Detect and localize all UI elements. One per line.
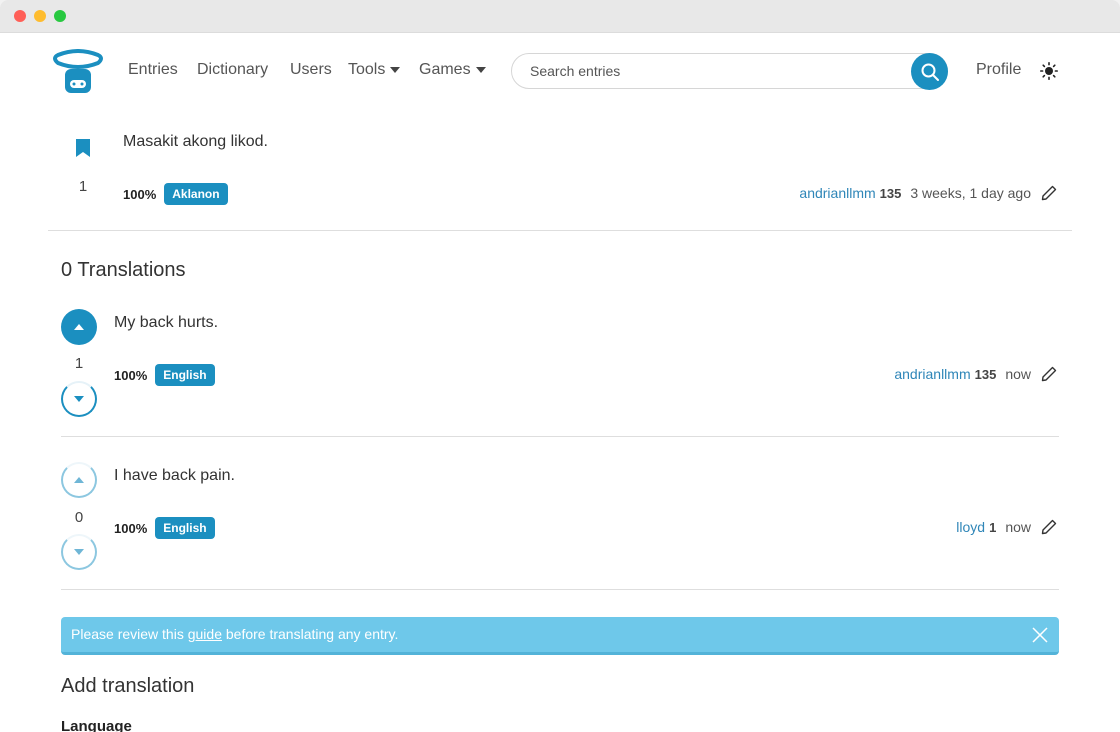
navbar: Entries Dictionary Users Tools Games Pro… [0, 33, 1120, 111]
entry-percent: 100% [123, 186, 157, 202]
nav-entries[interactable]: Entries [128, 61, 178, 79]
downvote-button[interactable] [61, 381, 97, 417]
vote-count: 0 [74, 509, 84, 526]
translation-percent: 100% [114, 520, 148, 536]
minimize-window-button[interactable] [34, 10, 46, 22]
chevron-down-icon [475, 67, 486, 73]
translation-timestamp: now [1005, 366, 1031, 382]
alert-text-after: before translating any entry. [221, 626, 399, 642]
guide-link[interactable]: guide [188, 626, 222, 642]
author-link[interactable]: lloyd [956, 519, 985, 535]
nav-users[interactable]: Users [290, 61, 332, 79]
translation-percent: 100% [114, 367, 148, 383]
caret-up-icon [74, 477, 84, 483]
translation-text: My back hurts. [114, 314, 219, 331]
entry-text: Masakit akong likod. [123, 133, 268, 150]
search-icon [921, 63, 939, 81]
search-form [511, 53, 948, 90]
nav-tools-label: Tools [348, 61, 386, 78]
window-titlebar [0, 0, 1120, 33]
upvote-button[interactable] [61, 462, 97, 498]
downvote-button[interactable] [61, 534, 97, 570]
author-score: 1 [989, 519, 997, 535]
author-score: 135 [879, 185, 902, 201]
divider [61, 589, 1059, 590]
language-badge[interactable]: English [155, 364, 215, 386]
search-button[interactable] [911, 53, 948, 90]
author-link[interactable]: andrianllmm [799, 185, 875, 201]
entry-meta: 100% Aklanon [123, 183, 228, 205]
add-translation-heading: Add translation [61, 675, 195, 697]
vote-count: 1 [74, 355, 84, 372]
bookmark-icon[interactable] [76, 139, 90, 157]
pencil-icon[interactable] [1040, 518, 1058, 536]
translation-timestamp: now [1005, 519, 1031, 535]
translation-meta: 100% English [114, 364, 215, 386]
search-input[interactable] [530, 63, 900, 79]
caret-up-icon [74, 324, 84, 330]
nav-games-dropdown[interactable]: Games [419, 61, 486, 79]
nav-profile[interactable]: Profile [976, 61, 1021, 79]
info-alert: Please review this guide before translat… [61, 617, 1059, 655]
browser-window: Entries Dictionary Users Tools Games Pro… [0, 0, 1120, 732]
language-label: Language [61, 718, 132, 732]
nav-tools-dropdown[interactable]: Tools [348, 61, 401, 79]
author-link[interactable]: andrianllmm [894, 366, 970, 382]
translations-heading: 0 Translations [61, 259, 186, 281]
chevron-down-icon [390, 67, 401, 73]
logo-icon[interactable] [52, 49, 104, 95]
upvote-button[interactable] [61, 309, 97, 345]
author-score: 135 [974, 366, 997, 382]
sun-icon[interactable] [1040, 62, 1058, 80]
entry-author-row: andrianllmm 135 3 weeks, 1 day ago [799, 184, 1058, 202]
pencil-icon[interactable] [1040, 184, 1058, 202]
divider [48, 230, 1072, 231]
pencil-icon[interactable] [1040, 365, 1058, 383]
translation-text: I have back pain. [114, 467, 235, 484]
alert-text-before: Please review this [71, 626, 188, 642]
translation-meta: 100% English [114, 517, 215, 539]
nav-games-label: Games [419, 61, 471, 78]
close-window-button[interactable] [14, 10, 26, 22]
translation-author-row: lloyd 1 now [956, 518, 1058, 536]
entry-timestamp: 3 weeks, 1 day ago [910, 185, 1031, 201]
caret-down-icon [74, 549, 84, 555]
divider [61, 436, 1059, 437]
nav-dictionary[interactable]: Dictionary [197, 61, 268, 79]
translation-author-row: andrianllmm 135 now [894, 365, 1058, 383]
caret-down-icon [74, 396, 84, 402]
close-icon[interactable] [1031, 626, 1049, 644]
bookmark-count: 1 [78, 178, 88, 195]
language-badge[interactable]: Aklanon [164, 183, 228, 205]
maximize-window-button[interactable] [54, 10, 66, 22]
language-badge[interactable]: English [155, 517, 215, 539]
